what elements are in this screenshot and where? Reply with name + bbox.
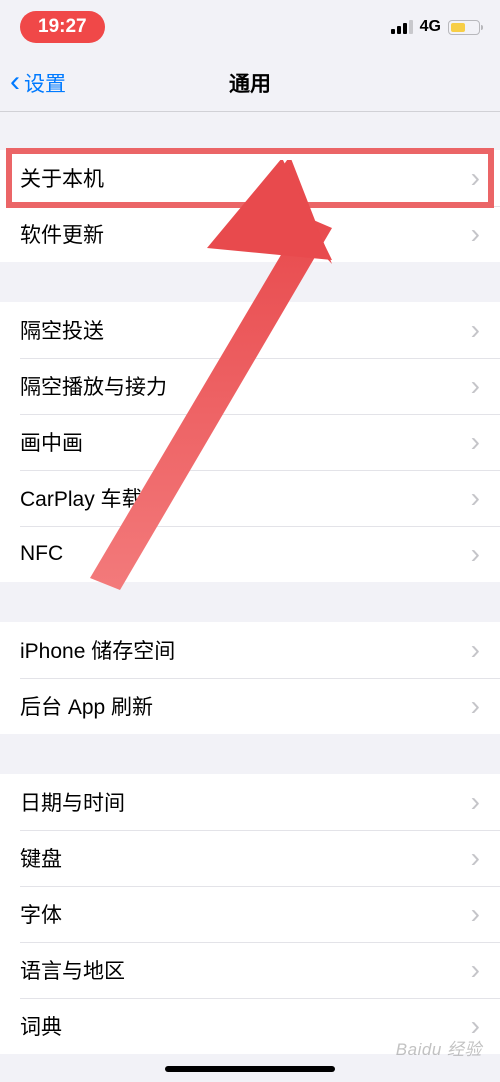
row-software-update[interactable]: 软件更新 › [0,206,500,262]
row-fonts[interactable]: 字体 › [0,886,500,942]
chevron-right-icon: › [471,842,480,874]
chevron-right-icon: › [471,954,480,986]
home-indicator[interactable] [165,1066,335,1072]
row-airdrop[interactable]: 隔空投送 › [0,302,500,358]
settings-group: 隔空投送 › 隔空播放与接力 › 画中画 › CarPlay 车载 › NFC › [0,302,500,582]
row-label: iPhone 储存空间 [20,635,175,665]
chevron-right-icon: › [471,162,480,194]
status-bar: 19:27 4G [0,0,500,54]
battery-icon [448,20,480,35]
row-language-region[interactable]: 语言与地区 › [0,942,500,998]
network-label: 4G [420,18,441,36]
settings-group: iPhone 储存空间 › 后台 App 刷新 › [0,622,500,734]
row-pip[interactable]: 画中画 › [0,414,500,470]
row-label: 隔空投送 [20,315,104,345]
chevron-right-icon: › [471,218,480,250]
row-label: 字体 [20,899,62,929]
settings-group: 日期与时间›键盘›字体›语言与地区›词典› [0,774,500,1054]
chevron-right-icon: › [471,538,480,570]
row-label: CarPlay 车载 [20,483,143,513]
chevron-right-icon: › [471,898,480,930]
row-label: 后台 App 刷新 [20,691,153,721]
row-keyboard[interactable]: 键盘 › [0,830,500,886]
watermark: Baidu 经验 [396,1035,482,1060]
chevron-right-icon: › [471,482,480,514]
row-label: 关于本机 [20,163,104,193]
back-button[interactable]: ‹ 设置 [10,68,66,98]
chevron-right-icon: › [471,690,480,722]
chevron-right-icon: › [471,314,480,346]
settings-group: 关于本机 › 软件更新 › [0,150,500,262]
row-label: NFC [20,542,63,566]
settings-list: 关于本机›软件更新›隔空投送›隔空播放与接力›画中画›CarPlay 车载›NF… [0,150,500,1054]
page-title: 通用 [229,68,271,98]
nav-bar: ‹ 设置 通用 [0,54,500,112]
status-time: 19:27 [20,11,105,43]
row-label: 画中画 [20,427,83,457]
row-airplay-handoff[interactable]: 隔空播放与接力 › [0,358,500,414]
row-nfc[interactable]: NFC › [0,526,500,582]
chevron-right-icon: › [471,786,480,818]
row-date-time[interactable]: 日期与时间 › [0,774,500,830]
signal-icon [391,20,413,34]
row-label: 词典 [20,1011,62,1041]
chevron-left-icon: ‹ [10,67,20,97]
row-label: 键盘 [20,843,62,873]
row-label: 语言与地区 [20,955,125,985]
status-right: 4G [391,18,480,36]
back-label: 设置 [24,68,66,98]
row-about[interactable]: 关于本机 › [0,150,500,206]
row-label: 隔空播放与接力 [20,371,167,401]
chevron-right-icon: › [471,634,480,666]
row-iphone-storage[interactable]: iPhone 储存空间 › [0,622,500,678]
chevron-right-icon: › [471,426,480,458]
row-carplay[interactable]: CarPlay 车载 › [0,470,500,526]
row-label: 日期与时间 [20,787,125,817]
row-background-refresh[interactable]: 后台 App 刷新 › [0,678,500,734]
chevron-right-icon: › [471,370,480,402]
row-label: 软件更新 [20,219,104,249]
